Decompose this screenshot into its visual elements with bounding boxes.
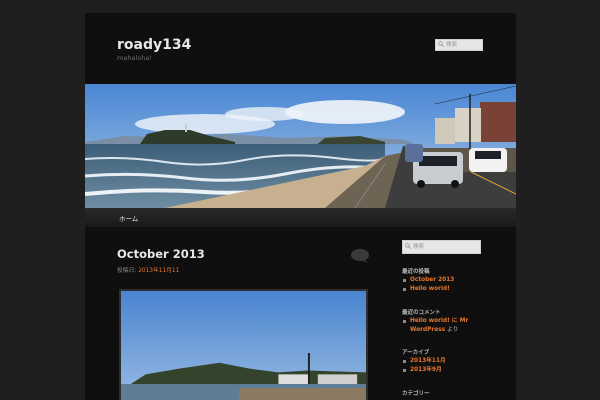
search-placeholder: 検索 [446, 42, 458, 48]
header-banner-image [85, 84, 516, 208]
recent-post-link[interactable]: Hello world! [402, 285, 497, 294]
site-description: mahaloha! [117, 54, 152, 62]
archive-link[interactable]: 2013年9月 [402, 366, 497, 375]
site-title[interactable]: roady134 [117, 37, 191, 53]
recent-posts-heading: 最近の投稿 [402, 269, 430, 275]
comment-bubble-icon[interactable] [350, 248, 370, 264]
sidebar-search-input[interactable]: 検索 [402, 240, 481, 254]
header-search-input[interactable]: 検索 [435, 39, 483, 51]
recent-comment-author-link[interactable]: WordPress [410, 327, 445, 333]
page-container: roady134 mahaloha! 検索 ホーム October 2013 投… [85, 13, 516, 400]
categories-heading: カテゴリー [402, 391, 430, 397]
archives-heading: アーカイブ [402, 350, 430, 356]
search-placeholder: 検索 [413, 244, 425, 250]
search-icon [438, 41, 444, 47]
archive-link[interactable]: 2013年11月 [402, 357, 497, 366]
post-meta: 投稿日: 2013年11月11 [117, 265, 179, 274]
post-title[interactable]: October 2013 [117, 247, 205, 261]
recent-posts-list: October 2013 Hello world! [402, 276, 497, 293]
nav-item-home[interactable]: ホーム [119, 213, 138, 223]
archives-list: 2013年11月 2013年9月 [402, 357, 497, 374]
recent-comment-post-link[interactable]: Hello world! に Mr [410, 318, 468, 324]
recent-comments-list: Hello world! に Mr WordPress より [402, 317, 497, 334]
recent-comment-suffix: より [445, 326, 459, 333]
post-image [119, 289, 368, 400]
recent-comment-item: Hello world! に Mr WordPress より [402, 317, 497, 334]
recent-post-link[interactable]: October 2013 [402, 276, 497, 285]
post-date-link[interactable]: 2013年11月11 [138, 268, 179, 274]
main-nav: ホーム [85, 208, 516, 227]
search-icon [405, 243, 411, 249]
recent-comments-heading: 最近のコメント [402, 310, 441, 316]
post-meta-prefix: 投稿日: [117, 268, 137, 274]
